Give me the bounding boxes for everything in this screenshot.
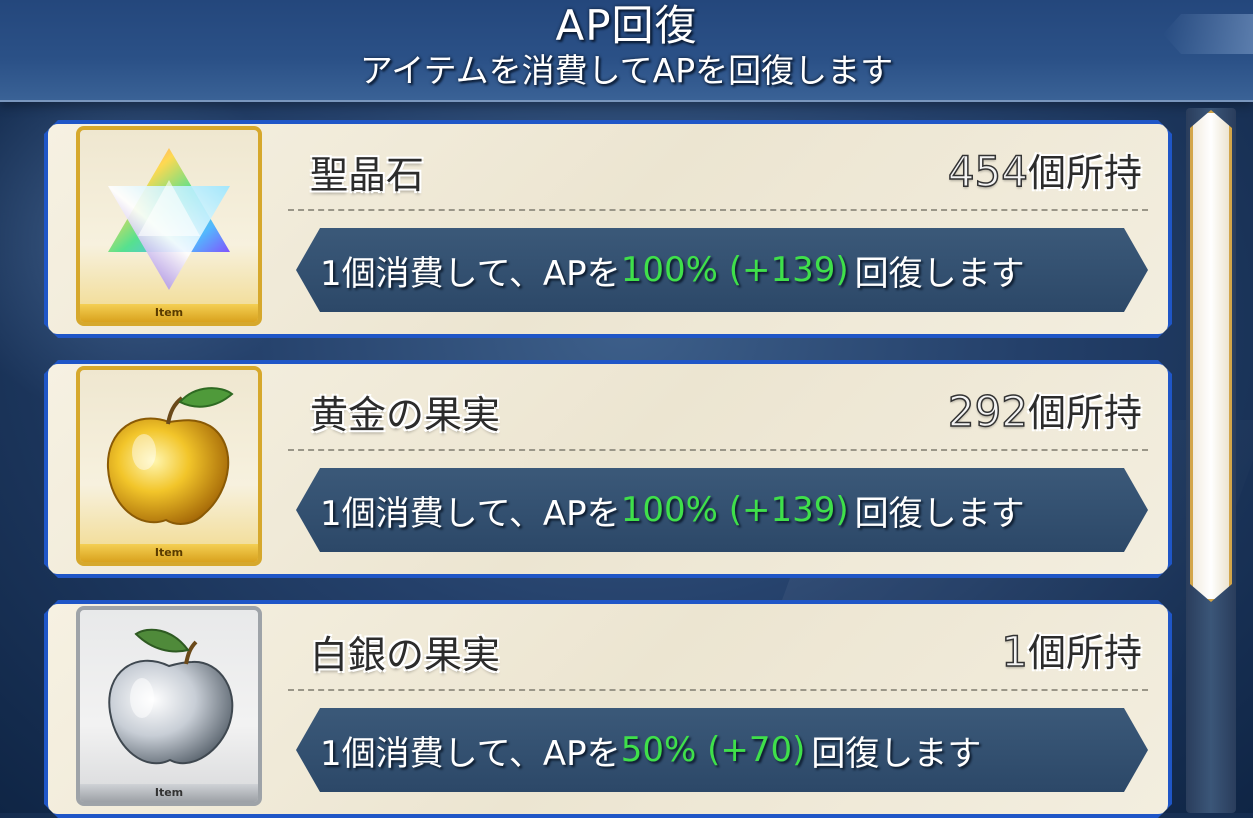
desc-value: 100% (+139) — [620, 490, 849, 530]
item-count-number: 454 — [947, 147, 1028, 196]
item-card-golden-apple[interactable]: Item 黄金の果実 292個所持 1個消費して、APを 100% (+139) 回… — [44, 360, 1172, 578]
item-icon-frame: Item — [76, 366, 262, 566]
desc-prefix: 1個消費して、APを — [320, 493, 621, 534]
item-icon-frame: Item — [76, 606, 262, 806]
desc-suffix: 回復します — [854, 493, 1025, 534]
divider — [288, 689, 1148, 691]
item-count: 292個所持 — [948, 382, 1142, 437]
item-count: 1個所持 — [1001, 622, 1142, 677]
page-subtitle: アイテムを消費してAPを回復します — [359, 51, 894, 90]
item-count-suffix: 個所持 — [1027, 391, 1142, 435]
silver-apple-icon — [92, 620, 246, 778]
desc-value: 100% (+139) — [620, 250, 849, 290]
header: AP回復 アイテムを消費してAPを回復します — [0, 0, 1253, 102]
item-name: 聖晶石 — [310, 153, 425, 197]
item-description: 1個消費して、APを 100% (+139) 回復します — [296, 228, 1148, 312]
desc-value: 50% (+70) — [620, 730, 806, 770]
item-name: 黄金の果実 — [310, 393, 501, 437]
item-name: 白銀の果実 — [310, 633, 501, 677]
desc-suffix: 回復します — [854, 253, 1025, 294]
item-count-number: 292 — [947, 387, 1028, 436]
item-count-number: 1 — [1001, 627, 1028, 676]
divider — [288, 209, 1148, 211]
scrollbar-thumb[interactable] — [1190, 110, 1232, 602]
item-card-saint-quartz[interactable]: Item 聖晶石 454個所持 1個消費して、APを 100% (+139) 回復し… — [44, 120, 1172, 338]
scrollbar[interactable] — [1186, 108, 1236, 813]
desc-suffix: 回復します — [811, 733, 982, 774]
desc-prefix: 1個消費して、APを — [320, 253, 621, 294]
item-tag: Item — [80, 304, 258, 322]
golden-apple-icon — [92, 380, 246, 538]
item-card-silver-apple[interactable]: Item 白銀の果実 1個所持 1個消費して、APを 50% (+70) 回復します — [44, 600, 1172, 818]
saint-quartz-icon — [92, 140, 246, 298]
item-icon-frame: Item — [76, 126, 262, 326]
item-tag: Item — [80, 784, 258, 802]
item-description: 1個消費して、APを 100% (+139) 回復します — [296, 468, 1148, 552]
item-count-suffix: 個所持 — [1027, 631, 1142, 675]
item-count: 454個所持 — [948, 142, 1142, 197]
item-count-suffix: 個所持 — [1027, 151, 1142, 195]
item-description: 1個消費して、APを 50% (+70) 回復します — [296, 708, 1148, 792]
desc-prefix: 1個消費して、APを — [320, 733, 621, 774]
divider — [288, 449, 1148, 451]
item-tag: Item — [80, 544, 258, 562]
header-decoration — [1163, 14, 1253, 54]
